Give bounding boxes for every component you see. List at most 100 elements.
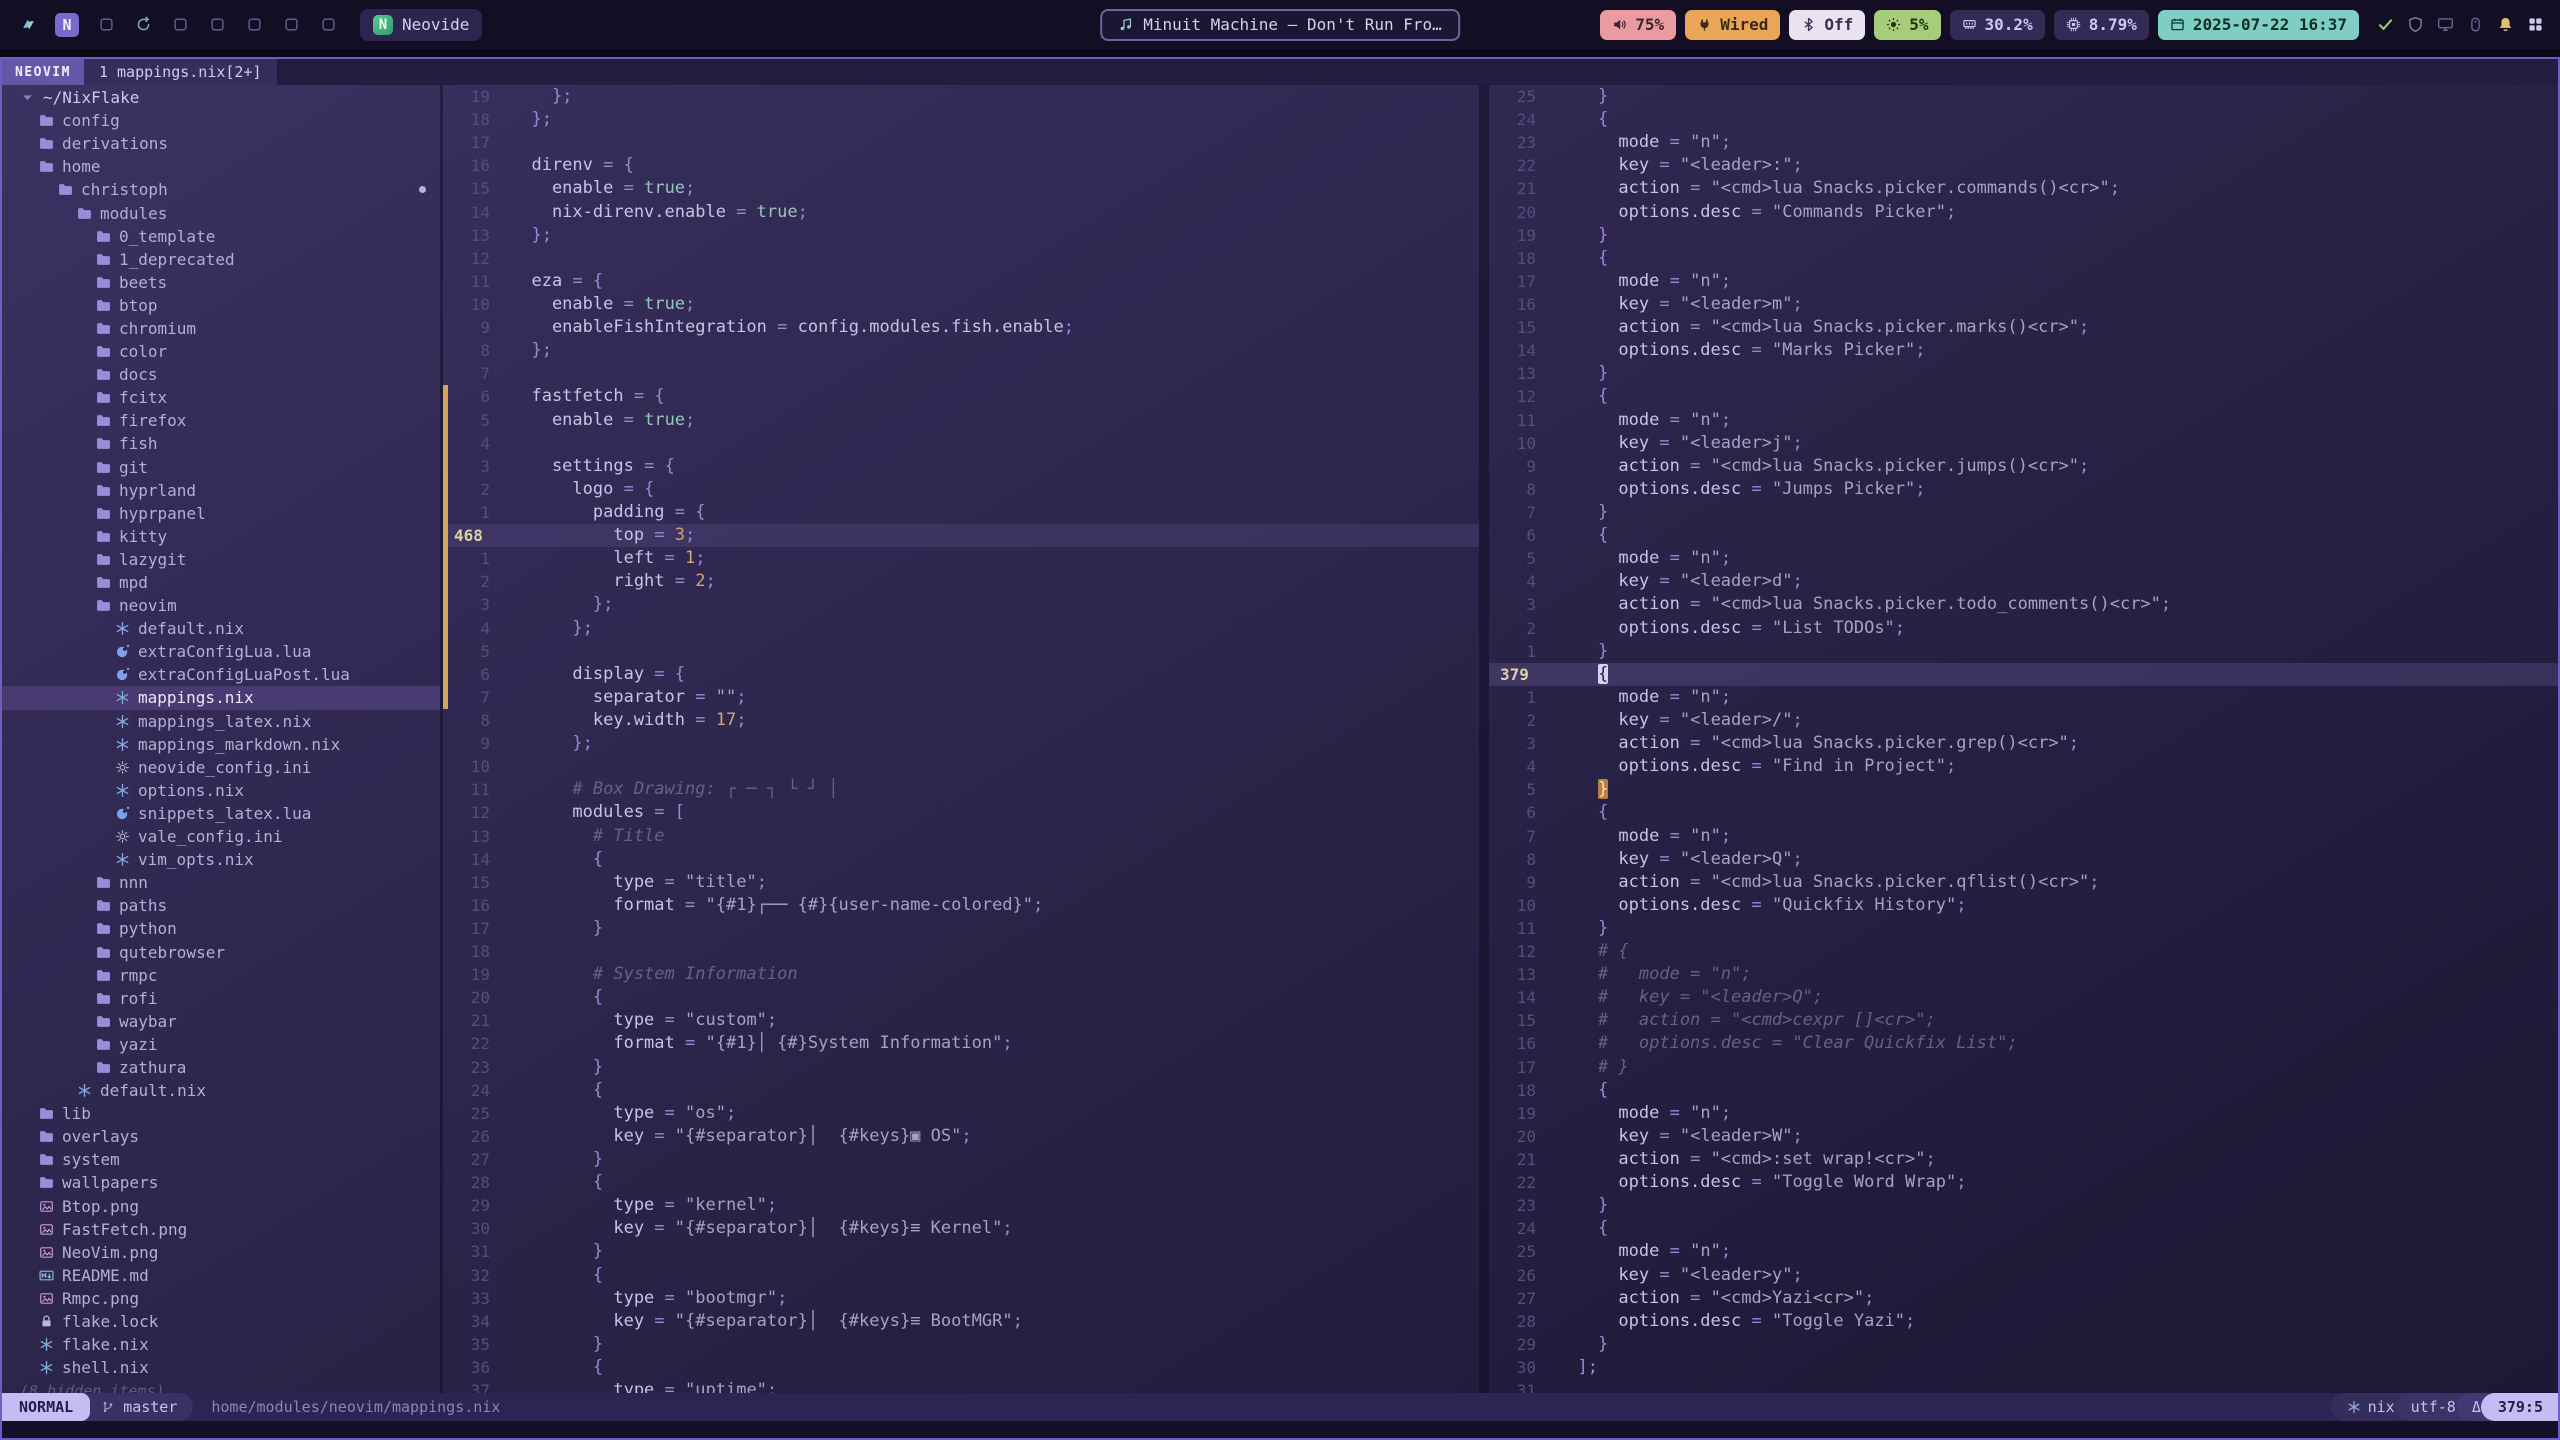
- tree-item[interactable]: qutebrowser: [2, 940, 440, 963]
- code-line[interactable]: 5: [443, 640, 1479, 663]
- code-line[interactable]: 7 }: [1489, 501, 2558, 524]
- tab-mappings-nix[interactable]: 1 mappings.nix[2+]: [84, 59, 277, 85]
- tree-item[interactable]: hyprland: [2, 479, 440, 502]
- code-line[interactable]: 12 {: [1489, 385, 2558, 408]
- code-line[interactable]: 10 options.desc = "Quickfix History";: [1489, 894, 2558, 917]
- code-line[interactable]: 4 };: [443, 617, 1479, 640]
- code-line[interactable]: 19 }: [1489, 224, 2558, 247]
- code-line[interactable]: 7: [443, 362, 1479, 385]
- code-line[interactable]: 15 action = "<cmd>lua Snacks.picker.mark…: [1489, 316, 2558, 339]
- code-line[interactable]: 9 action = "<cmd>lua Snacks.picker.jumps…: [1489, 455, 2558, 478]
- brightness-chip[interactable]: 5%: [1874, 10, 1940, 40]
- code-line[interactable]: 4: [443, 432, 1479, 455]
- memory-chip[interactable]: 30.2%: [1950, 10, 2045, 40]
- tree-item[interactable]: modules: [2, 201, 440, 224]
- tree-item[interactable]: firefox: [2, 409, 440, 432]
- code-line[interactable]: 6 display = {: [443, 663, 1479, 686]
- code-line[interactable]: 24 {: [1489, 108, 2558, 131]
- tree-item[interactable]: zathura: [2, 1056, 440, 1079]
- tree-item[interactable]: waybar: [2, 1010, 440, 1033]
- code-line[interactable]: 21 type = "custom";: [443, 1009, 1479, 1032]
- code-line[interactable]: 15 # action = "<cmd>cexpr []<cr>";: [1489, 1009, 2558, 1032]
- tree-item[interactable]: docs: [2, 363, 440, 386]
- code-line[interactable]: 19 };: [443, 85, 1479, 108]
- tree-item[interactable]: extraConfigLua.lua: [2, 640, 440, 663]
- code-line[interactable]: 6 {: [1489, 524, 2558, 547]
- code-line[interactable]: 4 key = "<leader>d";: [1489, 570, 2558, 593]
- tree-item[interactable]: snippets_latex.lua: [2, 802, 440, 825]
- editor-pane-right[interactable]: 25 }24 {23 mode = "n";22 key = "<leader>…: [1489, 85, 2558, 1393]
- code-line[interactable]: 1 left = 1;: [443, 547, 1479, 570]
- tree-item[interactable]: fish: [2, 432, 440, 455]
- code-line[interactable]: 29 type = "kernel";: [443, 1194, 1479, 1217]
- tree-item[interactable]: extraConfigLuaPost.lua: [2, 663, 440, 686]
- tree-item[interactable]: Rmpc.png: [2, 1287, 440, 1310]
- code-line[interactable]: 3 };: [443, 593, 1479, 616]
- tree-item[interactable]: README.md: [2, 1264, 440, 1287]
- code-line[interactable]: 20 options.desc = "Commands Picker";: [1489, 201, 2558, 224]
- tree-item[interactable]: mappings.nix: [2, 686, 440, 709]
- code-line[interactable]: 21 action = "<cmd>:set wrap!<cr>";: [1489, 1148, 2558, 1171]
- code-line[interactable]: 23 }: [1489, 1194, 2558, 1217]
- code-line[interactable]: 18 {: [1489, 1079, 2558, 1102]
- tree-item[interactable]: fcitx: [2, 386, 440, 409]
- speaker-chip[interactable]: 75%: [1600, 10, 1676, 40]
- code-line[interactable]: 26 key = "<leader>y";: [1489, 1264, 2558, 1287]
- code-line[interactable]: 25 mode = "n";: [1489, 1240, 2558, 1263]
- code-line[interactable]: 379 {: [1489, 663, 2558, 686]
- code-line[interactable]: 17: [443, 131, 1479, 154]
- code-line[interactable]: 22 options.desc = "Toggle Word Wrap";: [1489, 1171, 2558, 1194]
- code-line[interactable]: 15 type = "title";: [443, 871, 1479, 894]
- code-line[interactable]: 8 key = "<leader>Q";: [1489, 848, 2558, 871]
- code-line[interactable]: 28 {: [443, 1171, 1479, 1194]
- tree-item[interactable]: flake.lock: [2, 1310, 440, 1333]
- code-line[interactable]: 30 key = "{#separator}│ {#keys}≡ Kernel"…: [443, 1217, 1479, 1240]
- code-line[interactable]: 1 }: [1489, 640, 2558, 663]
- tree-item[interactable]: kitty: [2, 525, 440, 548]
- tree-item[interactable]: yazi: [2, 1033, 440, 1056]
- tree-item[interactable]: vale_config.ini: [2, 825, 440, 848]
- code-line[interactable]: 3 action = "<cmd>lua Snacks.picker.todo_…: [1489, 593, 2558, 616]
- code-line[interactable]: 32 {: [443, 1264, 1479, 1287]
- code-line[interactable]: 2 key = "<leader>/";: [1489, 709, 2558, 732]
- tree-item[interactable]: rmpc: [2, 964, 440, 987]
- tree-item[interactable]: system: [2, 1148, 440, 1171]
- code-line[interactable]: 13 # Title: [443, 825, 1479, 848]
- tree-item[interactable]: lib: [2, 1102, 440, 1125]
- square-workspace-icon[interactable]: [170, 15, 190, 35]
- tree-item[interactable]: home: [2, 155, 440, 178]
- code-line[interactable]: 16 key = "<leader>m";: [1489, 293, 2558, 316]
- code-line[interactable]: 17 }: [443, 917, 1479, 940]
- code-line[interactable]: 4 options.desc = "Find in Project";: [1489, 755, 2558, 778]
- code-line[interactable]: 10 key = "<leader>j";: [1489, 432, 2558, 455]
- code-line[interactable]: 35 }: [443, 1333, 1479, 1356]
- code-line[interactable]: 8 key.width = 17;: [443, 709, 1479, 732]
- code-line[interactable]: 2 options.desc = "List TODOs";: [1489, 617, 2558, 640]
- tree-item[interactable]: Btop.png: [2, 1195, 440, 1218]
- code-line[interactable]: 468 top = 3;: [443, 524, 1479, 547]
- code-line[interactable]: 2 right = 2;: [443, 570, 1479, 593]
- plug-chip[interactable]: Wired: [1685, 10, 1780, 40]
- code-line[interactable]: 14 options.desc = "Marks Picker";: [1489, 339, 2558, 362]
- tree-item[interactable]: rofi: [2, 987, 440, 1010]
- code-line[interactable]: 14 nix-direnv.enable = true;: [443, 201, 1479, 224]
- cpu-chip[interactable]: 8.79%: [2054, 10, 2149, 40]
- code-line[interactable]: 18 {: [1489, 247, 2558, 270]
- code-line[interactable]: 17 mode = "n";: [1489, 270, 2558, 293]
- monitor-icon[interactable]: [2437, 16, 2454, 33]
- code-line[interactable]: 6 {: [1489, 801, 2558, 824]
- active-app-chip[interactable]: N Neovide: [360, 9, 482, 41]
- code-line[interactable]: 34 key = "{#separator}│ {#keys}≡ BootMGR…: [443, 1310, 1479, 1333]
- code-line[interactable]: 27 action = "<cmd>Yazi<cr>";: [1489, 1287, 2558, 1310]
- tree-item[interactable]: mappings_latex.nix: [2, 710, 440, 733]
- tree-root[interactable]: ~/NixFlake: [2, 86, 440, 109]
- tree-item[interactable]: config: [2, 109, 440, 132]
- square-workspace-icon[interactable]: [318, 15, 338, 35]
- code-line[interactable]: 22 key = "<leader>:";: [1489, 154, 2558, 177]
- code-line[interactable]: 31: [1489, 1379, 2558, 1393]
- code-line[interactable]: 21 action = "<cmd>lua Snacks.picker.comm…: [1489, 177, 2558, 200]
- code-line[interactable]: 3 settings = {: [443, 455, 1479, 478]
- tree-item[interactable]: paths: [2, 894, 440, 917]
- code-line[interactable]: 24 {: [443, 1079, 1479, 1102]
- media-player-chip[interactable]: Minuit Machine – Don't Run Fro…: [1100, 9, 1460, 41]
